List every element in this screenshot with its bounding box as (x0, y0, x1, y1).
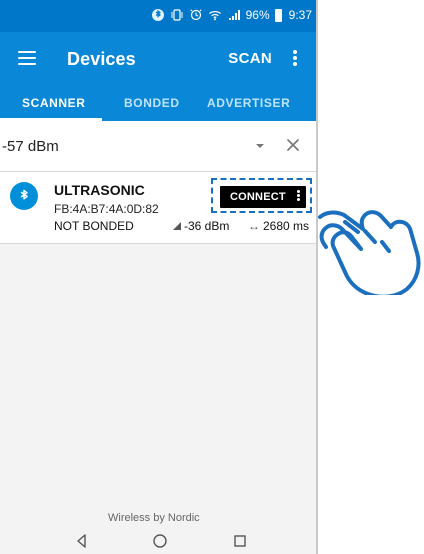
back-icon[interactable] (73, 532, 91, 550)
dropdown-icon[interactable] (255, 141, 265, 151)
tab-bonded[interactable]: BONDED (124, 96, 180, 110)
alarm-icon (189, 8, 203, 22)
cell-signal-icon (227, 8, 241, 22)
tab-bar: SCANNER BONDED ADVERTISER (0, 86, 316, 121)
vibrate-icon (170, 8, 184, 22)
device-address: FB:4A:B7:4A:0D:82 (54, 202, 159, 216)
battery-icon (274, 8, 282, 22)
home-icon[interactable] (151, 532, 169, 550)
connect-button-label: CONNECT (230, 191, 286, 203)
rssi-group: -36 dBm (172, 219, 229, 233)
scan-button[interactable]: SCAN (228, 50, 272, 67)
close-icon[interactable] (284, 136, 302, 154)
status-icons: 96% 9:37 (151, 8, 312, 22)
bluetooth-icon (151, 8, 165, 22)
interval-icon: ↔ (248, 219, 260, 233)
pointing-hand-icon (316, 192, 424, 295)
interval-group: ↔ 2680 ms (248, 219, 309, 233)
page-title: Devices (67, 49, 136, 69)
rssi-filter-row[interactable]: -57 dBm (0, 121, 316, 172)
signal-strength-icon (172, 221, 182, 231)
tab-advertiser[interactable]: ADVERTISER (207, 96, 290, 110)
status-bar: 96% 9:37 (0, 0, 316, 32)
phone-screen: 96% 9:37 Devices SCAN SCANNER BONDED ADV… (0, 0, 318, 554)
rssi-value: -36 dBm (184, 219, 230, 233)
battery-percent: 96% (245, 8, 270, 22)
device-list: ULTRASONIC FB:4A:B7:4A:0D:82 NOT BONDED … (0, 172, 316, 554)
screenshot-canvas: 96% 9:37 Devices SCAN SCANNER BONDED ADV… (0, 0, 424, 554)
connect-more-icon[interactable] (296, 189, 300, 205)
app-bar: Devices SCAN (0, 32, 316, 86)
footer-text: Wireless by Nordic (108, 512, 200, 524)
menu-icon[interactable] (18, 47, 40, 69)
recent-apps-icon[interactable] (231, 532, 249, 550)
device-row[interactable]: ULTRASONIC FB:4A:B7:4A:0D:82 NOT BONDED … (0, 172, 316, 244)
tab-scanner[interactable]: SCANNER (22, 96, 86, 110)
bond-status: NOT BONDED (54, 219, 134, 233)
wifi-icon (208, 8, 222, 22)
connect-button[interactable]: CONNECT (220, 186, 306, 208)
navigation-bar (0, 528, 316, 554)
bluetooth-icon (10, 182, 38, 210)
interval-value: 2680 ms (263, 219, 310, 233)
more-options-icon[interactable] (290, 48, 300, 72)
rssi-filter-value[interactable]: -57 dBm (2, 138, 59, 155)
status-time: 9:37 (288, 8, 312, 22)
device-name: ULTRASONIC (54, 182, 145, 198)
